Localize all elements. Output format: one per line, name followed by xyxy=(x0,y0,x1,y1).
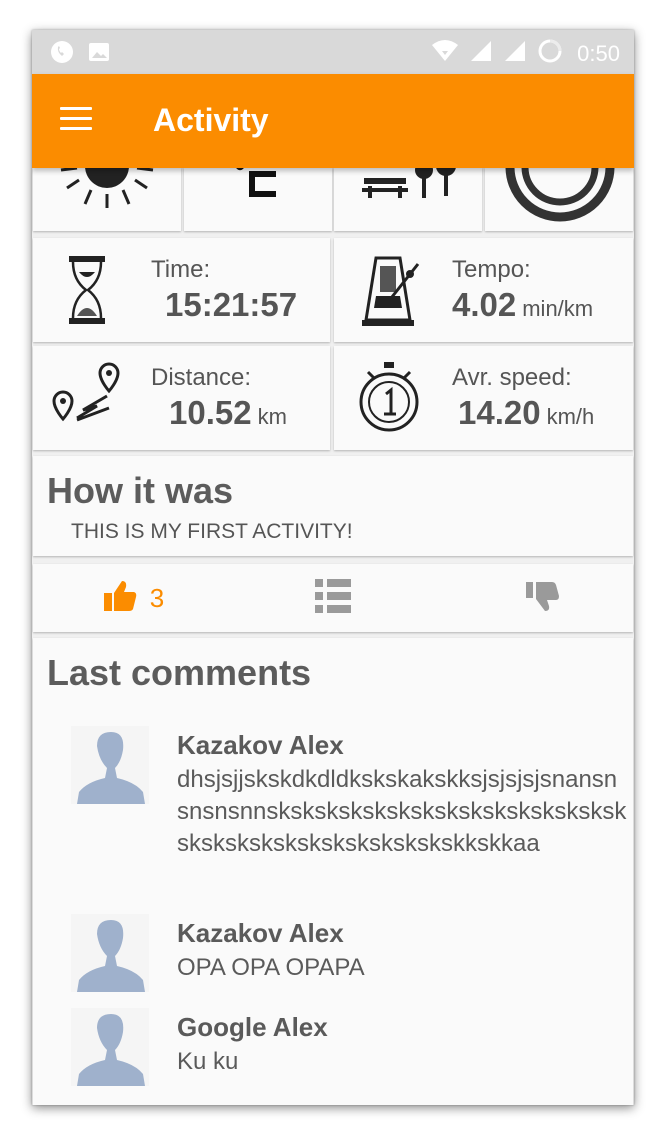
speed-label: Avr. speed: xyxy=(452,364,572,391)
picnic-icon xyxy=(360,168,460,211)
list-icon xyxy=(315,578,351,618)
status-bar: 0:50 xyxy=(32,30,634,74)
comments-title: Last comments xyxy=(47,652,312,693)
speed-card: Avr. speed: 14.20 km/h xyxy=(334,346,633,450)
tempo-card: Tempo: 4.02 min/km xyxy=(334,238,633,342)
distance-label: Distance: xyxy=(151,364,252,391)
phone-notification-icon xyxy=(50,40,74,69)
celsius-icon xyxy=(234,168,284,207)
avatar xyxy=(71,726,149,804)
metronome-icon xyxy=(348,250,430,330)
weather-card-temp xyxy=(184,168,332,231)
list-button[interactable] xyxy=(303,564,363,632)
thumbs-up-icon xyxy=(102,579,138,618)
avatar xyxy=(71,1008,149,1086)
comment-author: Kazakov Alex xyxy=(177,730,344,760)
tempo-value: 4.02 min/km xyxy=(452,286,593,324)
sun-icon xyxy=(55,168,159,217)
avatar xyxy=(71,914,149,992)
comment-author: Google Alex xyxy=(177,1012,328,1042)
speed-unit: km/h xyxy=(546,404,595,429)
thumbs-down-icon xyxy=(526,580,560,617)
how-it-was-title: How it was xyxy=(47,470,234,511)
dislike-button[interactable] xyxy=(513,564,573,632)
comment-item: Kazakov Alex dhsjsjjskskdkdldkskskakskks… xyxy=(33,726,634,906)
time-card: Time: 15:21:57 xyxy=(33,238,330,342)
actions-bar: 3 xyxy=(33,564,633,632)
comment-text: OPA OPA OPAPA xyxy=(177,954,365,981)
circle-icon xyxy=(505,168,615,227)
image-notification-icon xyxy=(88,42,110,67)
comment-text: Ku ku xyxy=(177,1048,239,1075)
hourglass-icon xyxy=(47,250,129,330)
distance-value: 10.52 km xyxy=(169,394,287,432)
how-it-was-text: THIS IS MY FIRST ACTIVITY! xyxy=(71,520,353,543)
distance-unit: km xyxy=(257,404,287,429)
comments-card: Last comments Kazakov Alex dhsjsjjskskdk… xyxy=(33,638,633,1105)
menu-button[interactable] xyxy=(60,104,96,134)
tempo-label: Tempo: xyxy=(452,256,531,283)
comment-item: Google Alex Ku ku xyxy=(33,1008,634,1088)
time-value-number: 15:21:57 xyxy=(165,286,298,323)
time-value: 15:21:57 xyxy=(165,286,297,324)
signal-icon-2 xyxy=(503,39,527,68)
time-label: Time: xyxy=(151,256,211,283)
signal-icon xyxy=(469,39,493,68)
weather-card-picnic xyxy=(334,168,482,231)
speed-value-number: 14.20 xyxy=(458,394,541,431)
comment-text: dhsjsjjskskdkdldkskskakskksjsjsjsjsnansn… xyxy=(177,766,627,857)
weather-card-circle xyxy=(485,168,633,231)
battery-loading-icon xyxy=(537,38,563,69)
distance-card: Distance: 10.52 km xyxy=(33,346,330,450)
tempo-value-number: 4.02 xyxy=(452,286,517,323)
status-time: 0:50 xyxy=(577,40,620,66)
route-pin-icon xyxy=(47,358,129,438)
comment-author: Kazakov Alex xyxy=(177,918,344,948)
stopwatch-icon xyxy=(348,358,430,438)
device-frame: 0:50 Activity Time: 15:21:57 Tempo: 4.02… xyxy=(32,30,634,1105)
app-bar: Activity xyxy=(32,74,634,168)
weather-card-sun xyxy=(33,168,181,231)
like-button[interactable]: 3 xyxy=(93,564,173,632)
like-count: 3 xyxy=(149,582,165,613)
distance-value-number: 10.52 xyxy=(169,394,252,431)
how-it-was-card: How it was THIS IS MY FIRST ACTIVITY! xyxy=(33,456,633,556)
tempo-unit: min/km xyxy=(522,296,594,321)
wifi-icon xyxy=(431,39,459,68)
speed-value: 14.20 km/h xyxy=(458,394,594,432)
page-title: Activity xyxy=(153,102,269,138)
comment-item: Kazakov Alex OPA OPA OPAPA xyxy=(33,914,634,994)
